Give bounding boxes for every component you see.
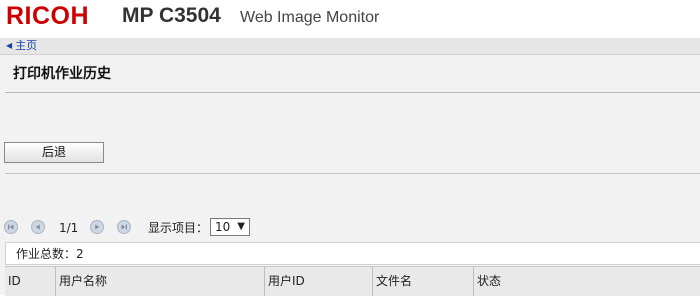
job-total: 作业总数：2: [16, 247, 84, 261]
product-name: Web Image Monitor: [240, 9, 380, 26]
display-items-select[interactable]: 10 ▼: [210, 218, 250, 236]
main-panel: 打印机作业历史 后退 1/1 显示项目： 10 ▼ 作业总数：2 ID 用户名称…: [0, 55, 700, 296]
dropdown-caret-icon: ▼: [237, 221, 245, 232]
home-bar: ◀ 主页: [0, 38, 700, 55]
page-number: 1/1: [59, 221, 79, 235]
column-header-file-name[interactable]: 文件名: [372, 267, 473, 296]
job-total-row: 作业总数：2: [5, 242, 700, 265]
pager: 1/1 显示项目： 10 ▼: [4, 218, 700, 238]
divider: [5, 92, 700, 93]
page-title: 打印机作业历史: [13, 66, 111, 82]
home-link[interactable]: ◀ 主页: [6, 39, 37, 53]
model-name: MP C3504: [122, 4, 221, 27]
header: RICOH MP C3504 Web Image Monitor: [0, 0, 700, 38]
next-page-icon[interactable]: [90, 220, 104, 234]
home-label: 主页: [15, 39, 38, 52]
display-items-label: 显示项目：: [148, 221, 209, 235]
ricoh-logo: RICOH: [6, 2, 90, 30]
column-header-status[interactable]: 状态: [473, 267, 700, 296]
table-header: ID 用户名称 用户ID 文件名 状态: [5, 266, 700, 296]
first-page-icon[interactable]: [4, 220, 18, 234]
column-header-id[interactable]: ID: [5, 267, 55, 296]
column-header-user-id[interactable]: 用户ID: [264, 267, 372, 296]
divider: [5, 173, 700, 174]
last-page-icon[interactable]: [117, 220, 131, 234]
back-arrow-icon: ◀: [6, 41, 13, 50]
display-items-value: 10: [215, 220, 231, 234]
back-button[interactable]: 后退: [4, 142, 104, 163]
prev-page-icon[interactable]: [31, 220, 45, 234]
column-header-user-name[interactable]: 用户名称: [55, 267, 264, 296]
